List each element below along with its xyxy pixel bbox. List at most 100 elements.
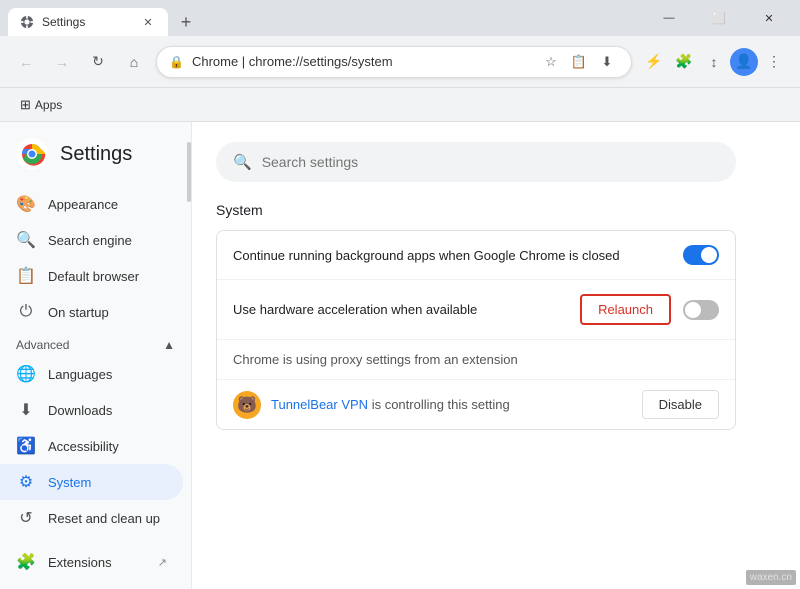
user-avatar: 👤 — [730, 48, 758, 76]
downloads-icon: ⬇ — [16, 400, 36, 420]
system-icon: ⚙ — [16, 472, 36, 492]
sidebar-scrollbar[interactable] — [187, 122, 191, 589]
sidebar-label-appearance: Appearance — [48, 197, 118, 212]
toggle-knob-2 — [685, 302, 701, 318]
setting-row-background-apps: Continue running background apps when Go… — [217, 231, 735, 280]
sidebar-label-extensions: Extensions — [48, 555, 112, 570]
disable-button[interactable]: Disable — [642, 390, 719, 419]
main-layout: Settings 🎨 Appearance 🔍 Search engine 📋 … — [0, 122, 800, 589]
chrome-logo — [16, 138, 48, 170]
scrollbar-thumb — [187, 142, 191, 202]
tunnelbear-suffix: is controlling this setting — [368, 397, 510, 412]
sidebar-item-accessibility[interactable]: ♿ Accessibility — [0, 428, 183, 464]
sidebar-header: Settings — [0, 130, 191, 186]
sync-icon[interactable]: ↕ — [700, 48, 728, 76]
settings-favicon — [20, 15, 34, 29]
sidebar-item-on-startup[interactable]: ⏻ On startup — [0, 294, 183, 330]
bookmark-star-icon[interactable]: ☆ — [539, 50, 563, 74]
default-browser-icon: 📋 — [16, 266, 36, 286]
apps-grid-icon: ⊞ — [20, 97, 31, 113]
reset-icon: ↺ — [16, 508, 36, 528]
sidebar-label-on-startup: On startup — [48, 305, 109, 320]
sidebar-item-downloads[interactable]: ⬇ Downloads — [0, 392, 183, 428]
history-icon[interactable]: 📋 — [567, 50, 591, 74]
forward-button[interactable]: → — [48, 48, 76, 76]
menu-icon[interactable]: ⋮ — [760, 48, 788, 76]
window-controls: — ⬜ ✕ — [646, 0, 792, 36]
tab-title: Settings — [42, 15, 132, 29]
accessibility-icon: ♿ — [16, 436, 36, 456]
hardware-acceleration-text: Use hardware acceleration when available — [233, 302, 568, 317]
apps-bookmark[interactable]: ⊞ Apps — [12, 93, 70, 117]
active-tab[interactable]: Settings ✕ — [8, 8, 168, 36]
languages-icon: 🌐 — [16, 364, 36, 384]
tab-close-button[interactable]: ✕ — [140, 14, 156, 30]
toolbar-icons: ⚡ 🧩 ↕ 👤 ⋮ — [640, 48, 788, 76]
tab-strip: Settings ✕ + — [8, 0, 646, 36]
setting-row-hardware-acceleration: Use hardware acceleration when available… — [217, 280, 735, 340]
close-button[interactable]: ✕ — [746, 0, 792, 36]
apps-label: Apps — [35, 98, 62, 112]
tunnelbear-icon: 🐻 — [233, 391, 261, 419]
settings-card: Continue running background apps when Go… — [216, 230, 736, 430]
sidebar-item-appearance[interactable]: 🎨 Appearance — [0, 186, 183, 222]
address-bar: ← → ↻ ⌂ 🔒 Chrome | chrome://settings/sys… — [0, 36, 800, 88]
title-bar: Settings ✕ + — ⬜ ✕ — [0, 0, 800, 36]
sidebar-label-reset: Reset and clean up — [48, 511, 160, 526]
tunnelbear-row: 🐻 TunnelBear VPN is controlling this set… — [217, 380, 735, 429]
sidebar-item-default-browser[interactable]: 📋 Default browser — [0, 258, 183, 294]
extensions-sidebar-icon: 🧩 — [16, 552, 36, 572]
url-actions: ☆ 📋 ⬇ — [539, 50, 619, 74]
hardware-acceleration-toggle[interactable] — [683, 300, 719, 320]
back-button[interactable]: ← — [12, 48, 40, 76]
sidebar-item-extensions[interactable]: 🧩 Extensions ↗ — [0, 544, 183, 580]
sidebar-label-accessibility: Accessibility — [48, 439, 119, 454]
background-apps-text: Continue running background apps when Go… — [233, 248, 671, 263]
new-tab-button[interactable]: + — [172, 8, 200, 36]
toggle-knob — [701, 247, 717, 263]
on-startup-icon: ⏻ — [16, 303, 36, 321]
bookmarks-bar: ⊞ Apps — [0, 88, 800, 122]
sidebar-item-about-chrome[interactable]: ℹ About Chrome — [0, 580, 183, 589]
sidebar-item-search-engine[interactable]: 🔍 Search engine — [0, 222, 183, 258]
proxy-row: Chrome is using proxy settings from an e… — [217, 340, 735, 380]
tunnelbear-text: TunnelBear VPN is controlling this setti… — [271, 397, 632, 412]
url-display: Chrome | chrome://settings/system — [192, 54, 531, 69]
proxy-text: Chrome is using proxy settings from an e… — [233, 352, 719, 367]
sidebar-label-default-browser: Default browser — [48, 269, 139, 284]
sidebar-label-languages: Languages — [48, 367, 112, 382]
sidebar-item-system[interactable]: ⚙ System — [0, 464, 183, 500]
external-link-icon: ↗ — [158, 556, 167, 569]
sidebar-label-downloads: Downloads — [48, 403, 112, 418]
advanced-section-header: Advanced ▲ — [0, 330, 191, 356]
search-engine-icon: 🔍 — [16, 230, 36, 250]
relaunch-button[interactable]: Relaunch — [580, 294, 671, 325]
background-apps-toggle[interactable] — [683, 245, 719, 265]
reload-button[interactable]: ↻ — [84, 48, 112, 76]
advanced-label: Advanced — [16, 338, 69, 352]
watermark: waxen.cn — [746, 570, 796, 585]
sidebar: Settings 🎨 Appearance 🔍 Search engine 📋 … — [0, 122, 192, 589]
search-icon: 🔍 — [233, 153, 252, 171]
maximize-button[interactable]: ⬜ — [696, 0, 742, 36]
url-bar[interactable]: 🔒 Chrome | chrome://settings/system ☆ 📋 … — [156, 46, 632, 78]
tunnelbear-link[interactable]: TunnelBear VPN — [271, 397, 368, 412]
minimize-button[interactable]: — — [646, 0, 692, 36]
search-bar[interactable]: 🔍 — [216, 142, 736, 182]
search-input[interactable] — [262, 154, 719, 170]
sidebar-item-reset[interactable]: ↺ Reset and clean up — [0, 500, 183, 536]
content-area: 🔍 System Continue running background app… — [192, 122, 800, 589]
sidebar-item-languages[interactable]: 🌐 Languages — [0, 356, 183, 392]
avatar-icon[interactable]: 👤 — [730, 48, 758, 76]
appearance-icon: 🎨 — [16, 194, 36, 214]
section-title: System — [216, 202, 776, 218]
settings-page-title: Settings — [60, 143, 132, 166]
sidebar-label-system: System — [48, 475, 91, 490]
home-button[interactable]: ⌂ — [120, 48, 148, 76]
sidebar-label-search-engine: Search engine — [48, 233, 132, 248]
extensions-icon[interactable]: 🧩 — [670, 48, 698, 76]
collapse-icon[interactable]: ▲ — [163, 338, 175, 352]
download-icon[interactable]: ⬇ — [595, 50, 619, 74]
performance-icon[interactable]: ⚡ — [640, 48, 668, 76]
url-lock-icon: 🔒 — [169, 55, 184, 69]
